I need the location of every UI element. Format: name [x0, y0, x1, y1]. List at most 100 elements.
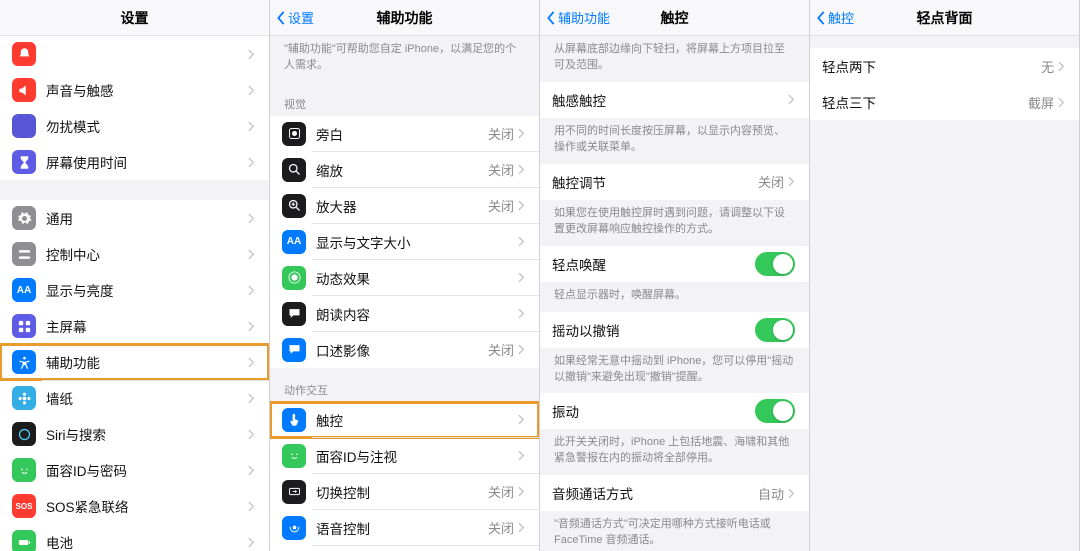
- label: 屏幕使用时间: [46, 152, 248, 172]
- row-dnd[interactable]: 勿扰模式: [0, 108, 269, 144]
- flower-icon: [12, 386, 36, 410]
- chevron-right-icon: [248, 285, 255, 296]
- nav-title: 触控: [661, 8, 689, 28]
- row-faceid[interactable]: 面容ID与密码: [0, 452, 269, 488]
- label: 主屏幕: [46, 316, 248, 336]
- row-general[interactable]: 通用: [0, 200, 269, 236]
- toggle-on[interactable]: [755, 318, 795, 342]
- switch-control-icon: [282, 480, 306, 504]
- chevron-right-icon: [1058, 61, 1065, 72]
- battery-icon: [12, 530, 36, 551]
- chevron-right-icon: [518, 200, 525, 211]
- toggle-on[interactable]: [755, 252, 795, 276]
- row-home[interactable]: 主屏幕: [0, 308, 269, 344]
- chevron-right-icon: [248, 321, 255, 332]
- notification-icon: [12, 42, 36, 66]
- label: 口述影像: [316, 340, 488, 360]
- row-top-blank[interactable]: [0, 36, 269, 72]
- row-screentime[interactable]: 屏幕使用时间: [0, 144, 269, 180]
- row-display[interactable]: AA 显示与亮度: [0, 272, 269, 308]
- nav-title: 辅助功能: [377, 8, 433, 28]
- toggle-on[interactable]: [755, 399, 795, 423]
- row-faceid-attn[interactable]: 面容ID与注视: [270, 438, 539, 474]
- row-voiceover[interactable]: 旁白 关闭: [270, 116, 539, 152]
- row-audio-route[interactable]: 音频通话方式 自动: [540, 475, 809, 511]
- zoom-icon: [282, 158, 306, 182]
- row-touch-adjust[interactable]: 触控调节 关闭: [540, 164, 809, 200]
- row-side-button[interactable]: 侧边按钮: [270, 546, 539, 551]
- speaker-icon: [12, 78, 36, 102]
- label: SOS紧急联络: [46, 496, 248, 516]
- row-haptic-touch[interactable]: 触感触控: [540, 82, 809, 118]
- motion-icon: [282, 266, 306, 290]
- row-siri[interactable]: Siri与搜索: [0, 416, 269, 452]
- row-battery[interactable]: 电池: [0, 524, 269, 551]
- label: 墙纸: [46, 388, 248, 408]
- row-audio-desc[interactable]: 口述影像 关闭: [270, 332, 539, 368]
- touch-panel: 辅助功能 触控 从屏幕底部边缘向下轻扫，将屏幕上方项目拉至可及范围。 触感触控 …: [540, 0, 810, 551]
- value: 关闭: [488, 196, 514, 215]
- chevron-right-icon: [518, 308, 525, 319]
- faceid-icon: [282, 444, 306, 468]
- header-motor: 动作交互: [270, 368, 539, 402]
- label: 轻点三下: [822, 92, 1028, 112]
- row-shake-undo[interactable]: 摇动以撤销: [540, 312, 809, 348]
- row-textsize[interactable]: AA 显示与文字大小: [270, 224, 539, 260]
- chevron-right-icon: [788, 94, 795, 105]
- label: 控制中心: [46, 244, 248, 264]
- label: 切换控制: [316, 482, 488, 502]
- speech-bubble-icon: [282, 302, 306, 326]
- label: 辅助功能: [46, 352, 248, 372]
- label: 轻点两下: [822, 56, 1041, 76]
- chevron-right-icon: [248, 157, 255, 168]
- chevron-right-icon: [518, 128, 525, 139]
- back-button[interactable]: 设置: [276, 8, 314, 27]
- chevron-right-icon: [248, 121, 255, 132]
- label: 朗读内容: [316, 304, 518, 324]
- chevron-right-icon: [788, 488, 795, 499]
- row-triple-tap[interactable]: 轻点三下 截屏: [810, 84, 1079, 120]
- chevron-right-icon: [248, 393, 255, 404]
- navbar: 辅助功能 触控: [540, 0, 809, 36]
- chevron-right-icon: [518, 344, 525, 355]
- label: 触控: [316, 410, 518, 430]
- label: 旁白: [316, 124, 488, 144]
- chevron-right-icon: [248, 85, 255, 96]
- chevron-right-icon: [248, 49, 255, 60]
- row-wallpaper[interactable]: 墙纸: [0, 380, 269, 416]
- row-double-tap[interactable]: 轻点两下 无: [810, 48, 1079, 84]
- label: 显示与亮度: [46, 280, 248, 300]
- row-switch-control[interactable]: 切换控制 关闭: [270, 474, 539, 510]
- grid-icon: [12, 314, 36, 338]
- row-magnifier[interactable]: 放大器 关闭: [270, 188, 539, 224]
- back-button[interactable]: 触控: [816, 8, 854, 27]
- row-control-center[interactable]: 控制中心: [0, 236, 269, 272]
- label: 音频通话方式: [552, 483, 758, 503]
- label: 轻点唤醒: [552, 254, 755, 274]
- note: 如果您在使用触控屏时遇到问题，请调整以下设置更改屏幕响应触控操作的方式。: [540, 200, 809, 246]
- row-voice-control[interactable]: 语音控制 关闭: [270, 510, 539, 546]
- row-zoom[interactable]: 缩放 关闭: [270, 152, 539, 188]
- row-touch[interactable]: 触控: [270, 402, 539, 438]
- chevron-right-icon: [248, 429, 255, 440]
- label: 放大器: [316, 196, 488, 216]
- chevron-right-icon: [788, 176, 795, 187]
- row-vibration[interactable]: 振动: [540, 393, 809, 429]
- label: 缩放: [316, 160, 488, 180]
- row-sos[interactable]: SOS SOS紧急联络: [0, 488, 269, 524]
- back-button[interactable]: 辅助功能: [546, 8, 610, 27]
- row-tap-wake[interactable]: 轻点唤醒: [540, 246, 809, 282]
- note: "音频通话方式"可决定用哪种方式接听电话或 FaceTime 音频通话。: [540, 511, 809, 551]
- row-motion[interactable]: 动态效果: [270, 260, 539, 296]
- row-sounds[interactable]: 声音与触感: [0, 72, 269, 108]
- row-spoken[interactable]: 朗读内容: [270, 296, 539, 332]
- label: 勿扰模式: [46, 116, 248, 136]
- note: 轻点显示器时，唤醒屏幕。: [540, 282, 809, 312]
- moon-icon: [12, 114, 36, 138]
- settings-panel: 设置 声音与触感 勿扰模式 屏幕使用时间: [0, 0, 270, 551]
- intro-note: "辅助功能"可帮助您自定 iPhone，以满足您的个人需求。: [270, 36, 539, 82]
- row-accessibility[interactable]: 辅助功能: [0, 344, 269, 380]
- chevron-right-icon: [518, 486, 525, 497]
- navbar: 触控 轻点背面: [810, 0, 1079, 36]
- chevron-right-icon: [248, 501, 255, 512]
